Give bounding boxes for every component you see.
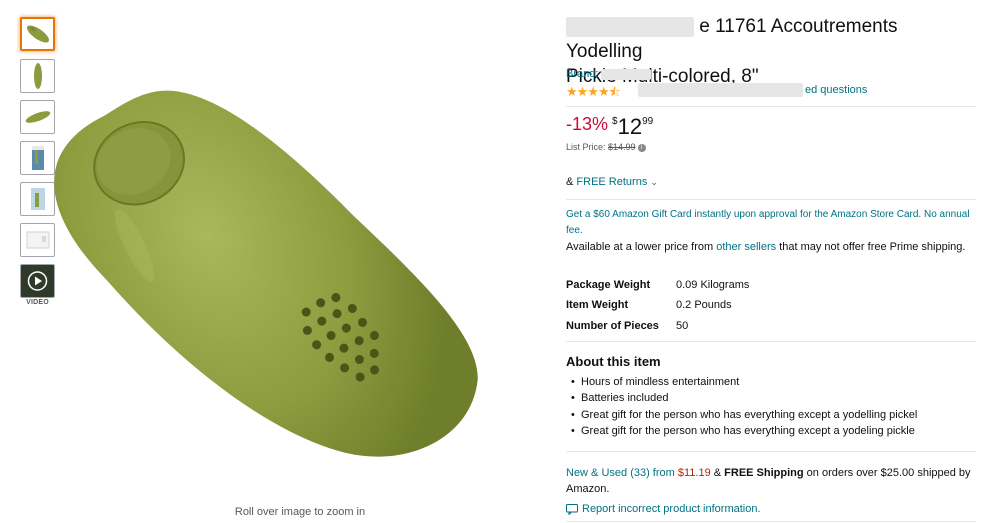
package-back-thumbnail-icon <box>26 231 49 249</box>
rating-row: ★★★★⯪ ed questions <box>566 83 976 99</box>
returns-row: & FREE Returns ⌄ <box>566 176 658 188</box>
comment-icon <box>566 503 578 515</box>
returns-prefix: & <box>566 176 577 188</box>
availability-prefix: Available at a lower price from <box>566 241 717 253</box>
about-this-item-heading: About this item <box>566 354 661 369</box>
zoom-hint: Roll over image to zoom in <box>234 506 366 518</box>
spec-value: 0.2 Pounds <box>676 299 732 311</box>
other-sellers-link[interactable]: other sellers <box>716 241 776 253</box>
spec-key: Item Weight <box>566 299 629 311</box>
redacted-title-part <box>566 16 694 37</box>
package-thumbnail-icon <box>30 188 45 210</box>
redacted-brand <box>601 68 652 80</box>
list-item: Great gift for the person who has everyt… <box>571 409 917 421</box>
offers-amp: & <box>710 467 725 479</box>
spec-row: Package Weight 0.09 Kilograms <box>566 279 866 295</box>
spec-value: 0.09 Kilograms <box>676 279 750 291</box>
divider <box>566 341 976 342</box>
spec-key: Package Weight <box>566 279 651 291</box>
star-rating-icon[interactable]: ★★★★⯪ <box>566 83 621 105</box>
gift-card-offer-link[interactable]: Get a $60 Amazon Gift Card instantly upo… <box>566 207 971 239</box>
answered-questions-link[interactable]: ed questions <box>805 84 867 96</box>
availability-text: Available at a lower price from other se… <box>566 240 971 255</box>
report-incorrect-info-link[interactable]: Report incorrect product information. <box>566 503 761 515</box>
divider <box>566 106 976 107</box>
divider <box>566 521 976 522</box>
spec-row: Number of Pieces 50 <box>566 320 866 336</box>
list-price-label: List Price: <box>566 142 609 152</box>
product-details: e 11761 Accoutrements Yodelling Pickle M… <box>566 14 976 522</box>
yodelling-pickle-image <box>54 90 478 457</box>
brand-link[interactable]: Brand: <box>566 68 652 80</box>
list-item: Batteries included <box>571 392 668 404</box>
free-returns-link[interactable]: FREE Returns <box>576 176 647 188</box>
price-whole: 12 <box>617 114 643 139</box>
price-fraction: 99 <box>642 116 654 127</box>
new-used-link[interactable]: New & Used (33) from <box>566 467 678 479</box>
redacted-rating-count <box>638 83 803 97</box>
spec-row: Item Weight 0.2 Pounds <box>566 299 866 315</box>
report-label: Report incorrect product information. <box>582 503 761 515</box>
list-item: Hours of mindless entertainment <box>571 376 739 388</box>
availability-suffix: that may not offer free Prime shipping. <box>776 241 966 253</box>
chevron-down-icon[interactable]: ⌄ <box>650 177 658 187</box>
pickle-thumbnail-icon <box>25 111 50 123</box>
list-item: Great gift for the person who has everyt… <box>571 425 915 437</box>
brand-label: Brand: <box>566 68 602 80</box>
list-price: List Price: $14.99 i <box>566 142 646 152</box>
free-shipping-label: FREE Shipping <box>724 467 804 479</box>
package-thumbnail-icon <box>31 146 44 170</box>
price-block: -13% $1299 <box>566 114 653 140</box>
new-used-offers: New & Used (33) from $11.19 & FREE Shipp… <box>566 465 976 497</box>
used-price: $11.19 <box>677 467 711 479</box>
divider <box>566 451 976 452</box>
main-product-image[interactable] <box>50 25 550 495</box>
spec-value: 50 <box>676 320 689 332</box>
info-icon[interactable]: i <box>637 143 646 152</box>
discount-percent: -13% <box>566 114 609 134</box>
pickle-thumbnail-icon <box>26 25 49 43</box>
pickle-thumbnail-icon <box>33 63 42 89</box>
price-symbol: $ <box>612 116 618 127</box>
spec-key: Number of Pieces <box>566 320 659 332</box>
list-price-value: $14.99 <box>608 142 636 152</box>
divider <box>566 199 976 200</box>
